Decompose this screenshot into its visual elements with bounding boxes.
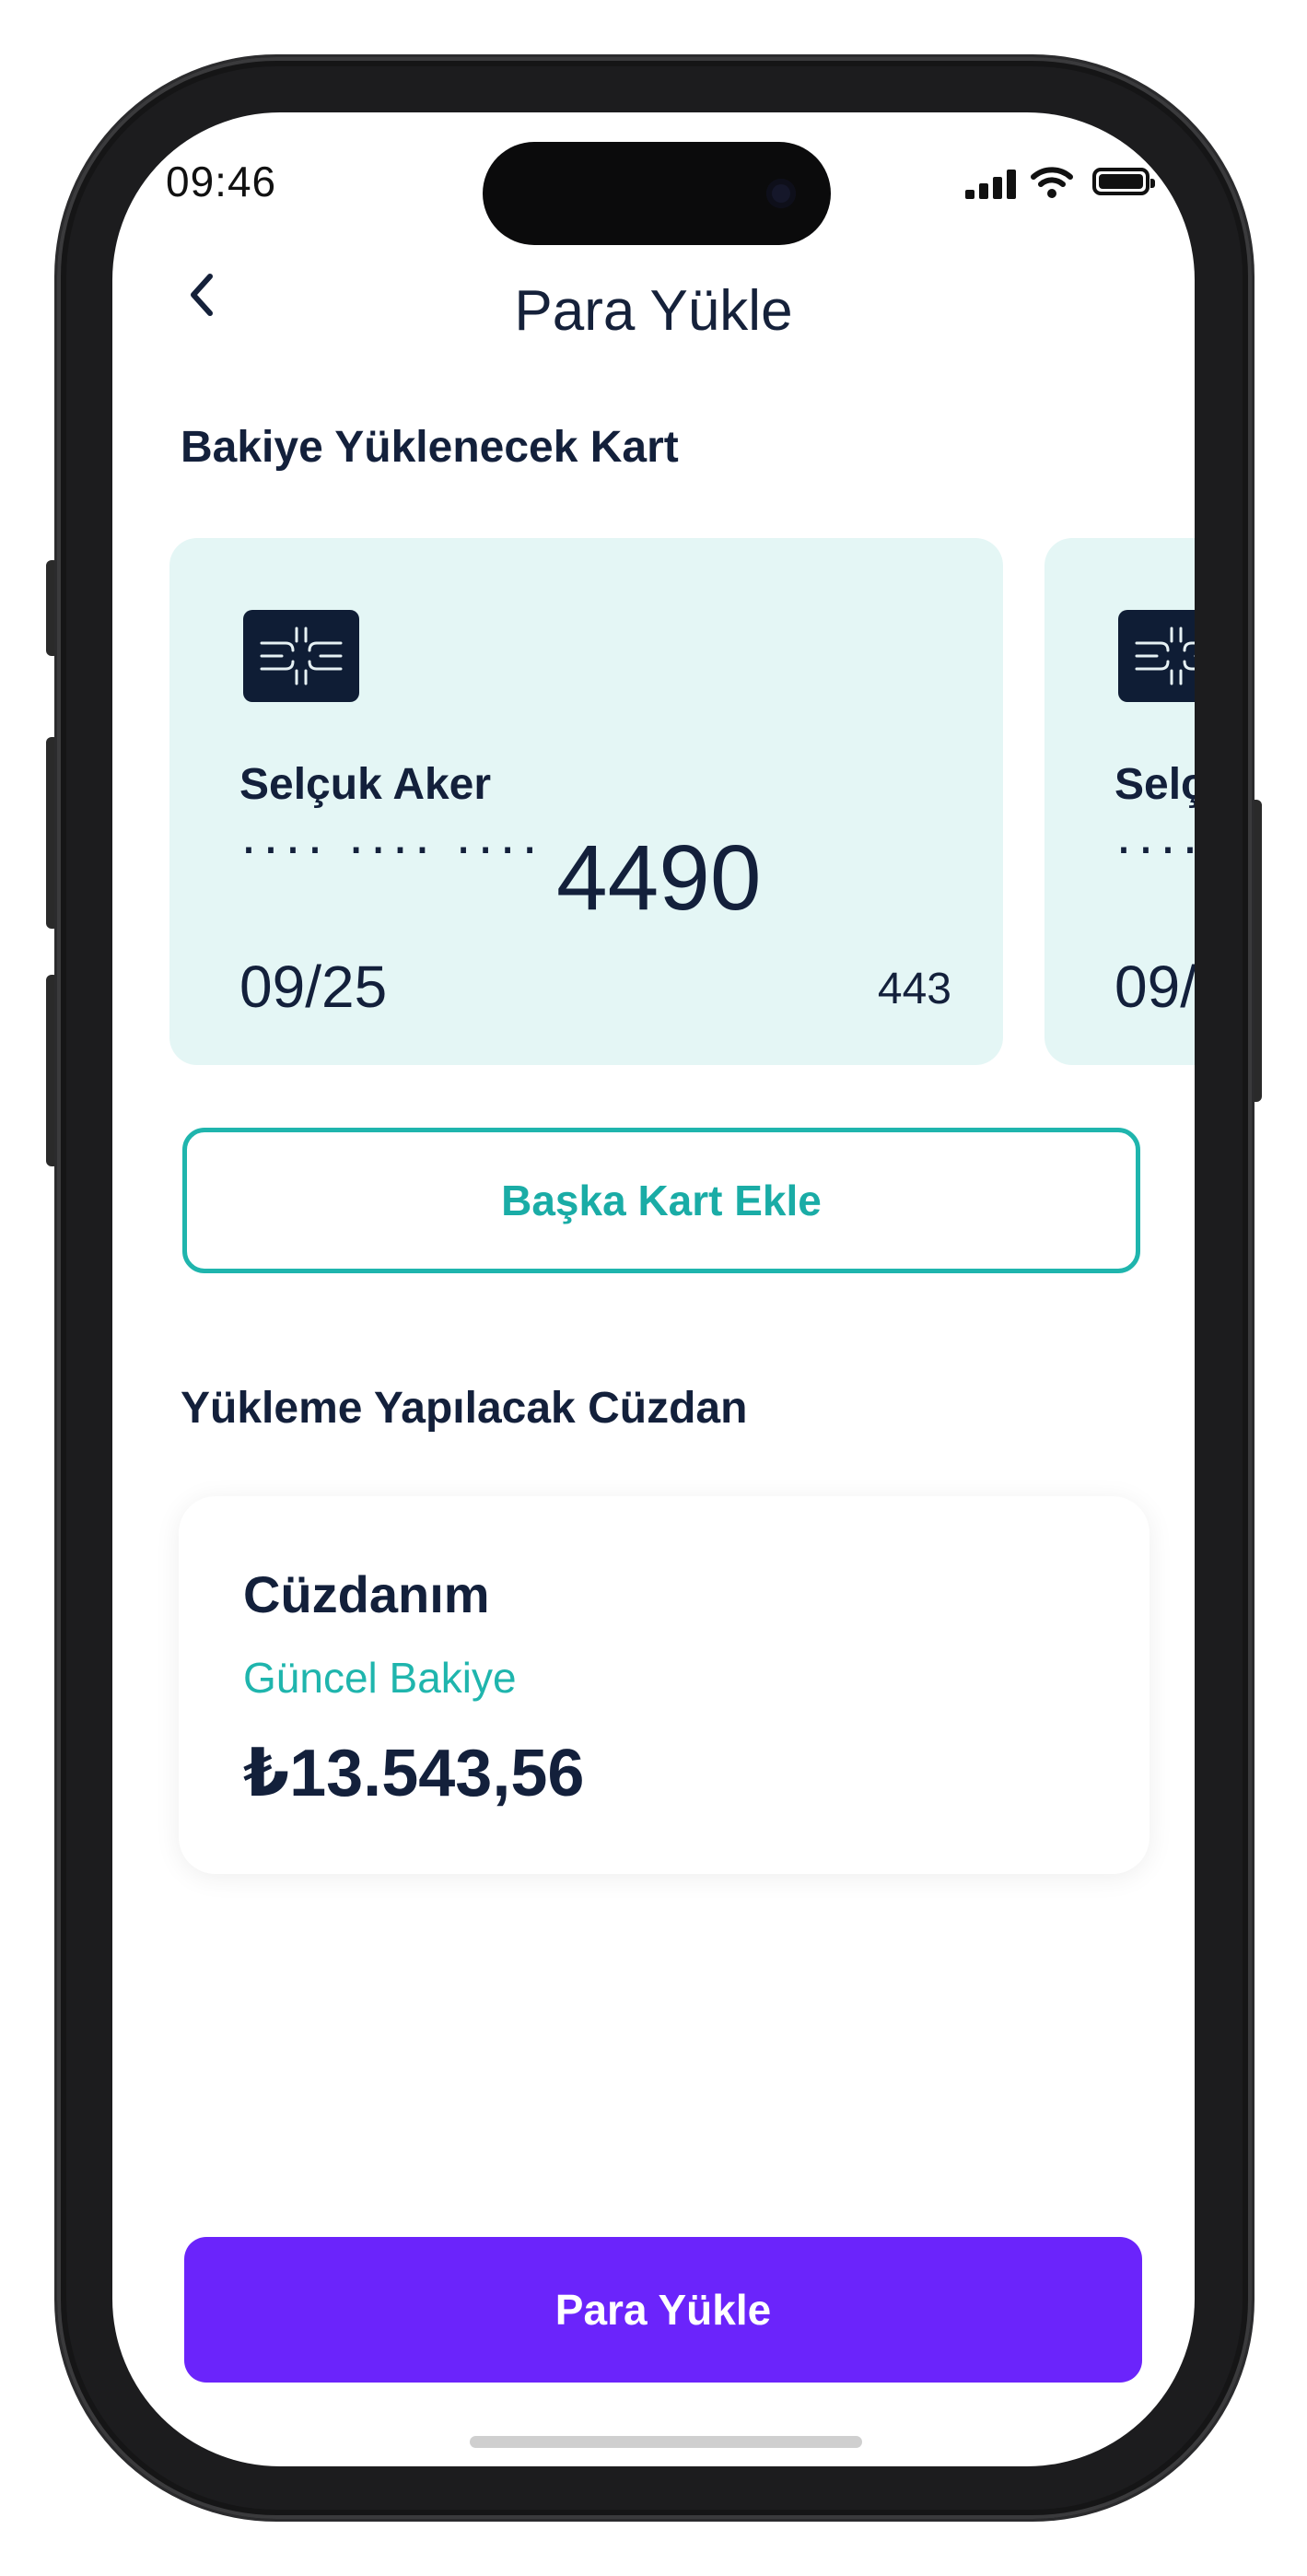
payment-card[interactable]: Selçuk Aker ···· ···· ···· 4490 09/25 44… xyxy=(169,538,1003,1065)
card-cvc: 443 xyxy=(877,965,951,1013)
balance-label: Güncel Bakiye xyxy=(243,1654,517,1702)
payment-card[interactable]: Selçuk Aker ···· ···· ···· 09/25 xyxy=(1044,538,1195,1065)
battery-icon xyxy=(1092,168,1155,195)
card-last-four: 4490 xyxy=(556,826,762,930)
load-money-button[interactable]: Para Yükle xyxy=(184,2237,1142,2383)
card-number-mask: ···· ···· ···· xyxy=(239,815,543,877)
home-indicator[interactable] xyxy=(470,2436,862,2448)
card-holder-name: Selçuk Aker xyxy=(1114,760,1195,809)
card-section-title: Bakiye Yüklenecek Kart xyxy=(181,423,679,472)
wallet-section-title: Yükleme Yapılacak Cüzdan xyxy=(181,1384,748,1433)
wifi-icon xyxy=(1031,167,1073,198)
wallet-balance: ₺13.543,56 xyxy=(243,1737,585,1810)
status-time: 09:46 xyxy=(166,158,277,205)
card-holder-name: Selçuk Aker xyxy=(239,760,492,809)
wallet-card[interactable]: Cüzdanım Güncel Bakiye ₺13.543,56 xyxy=(179,1496,1149,1874)
cellular-signal-icon xyxy=(965,170,1016,199)
phone-screen: 09:46 Para Yükle Bakiye Yüklenecek Kart xyxy=(112,112,1195,2466)
card-expiry: 09/25 xyxy=(239,954,388,1020)
card-expiry: 09/25 xyxy=(1114,954,1195,1020)
add-card-button[interactable]: Başka Kart Ekle xyxy=(182,1128,1140,1273)
front-camera xyxy=(766,179,796,208)
card-number-mask: ···· ···· ···· xyxy=(1114,815,1195,877)
wallet-name: Cüzdanım xyxy=(243,1565,490,1623)
card-chip-icon xyxy=(1118,610,1195,702)
card-chip-icon xyxy=(243,610,359,702)
page-title: Para Yükle xyxy=(514,279,793,343)
